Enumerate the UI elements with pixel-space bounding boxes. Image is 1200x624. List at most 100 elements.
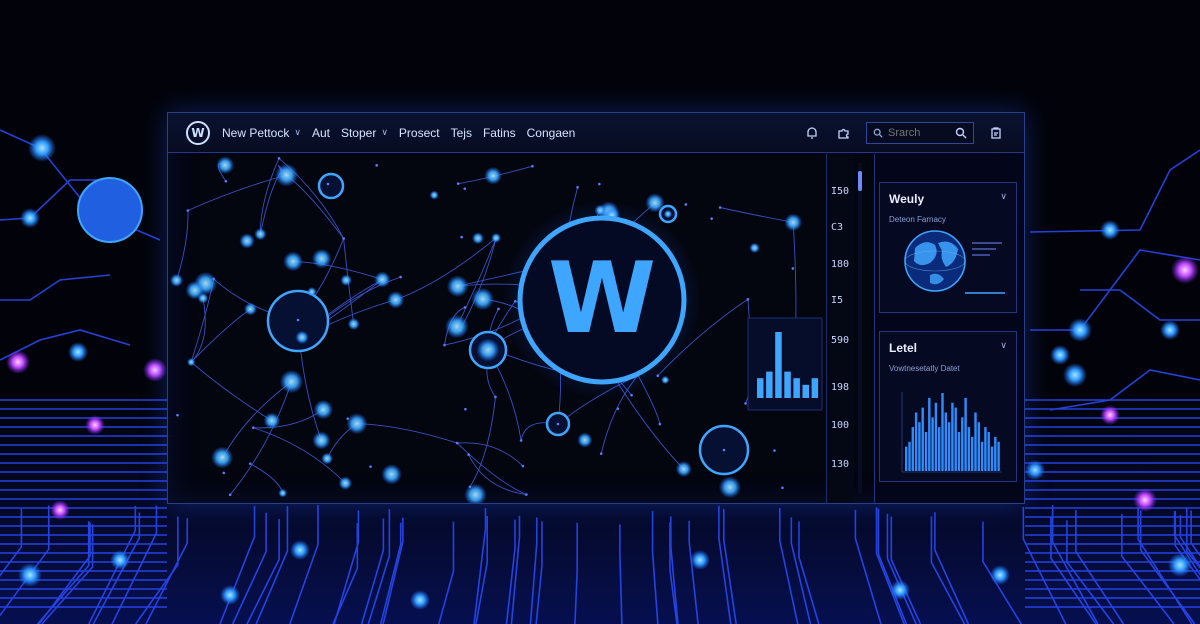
network-node [781,486,784,490]
latest-chart-bar [987,432,990,471]
network-node [295,330,309,345]
latest-chart-bar [924,432,928,471]
network-node [346,412,368,435]
app-logo[interactable]: W [186,120,210,145]
network-link [187,174,287,211]
network-node [616,407,620,410]
ruler-label: 198 [831,382,850,393]
menu-item-aut[interactable]: Aut [312,126,330,140]
network-node [374,271,391,288]
network-node [525,493,528,496]
top-menu-bar: W New Pettock ∨ Aut Stoper ∨ Prosect Tej… [168,113,1024,153]
network-node [252,426,255,429]
network-node [280,169,283,173]
latest-chart-bar [961,417,964,471]
glow-node [1133,488,1157,512]
network-node [216,156,235,175]
toolbar-icons [796,113,1012,153]
search-box[interactable] [866,122,974,144]
network-node [248,462,252,465]
network-node [228,493,232,497]
latest-chart-bar [990,446,994,471]
glow-node [1168,553,1192,577]
network-node [326,182,330,186]
latest-chart-bar [980,441,984,471]
network-node [599,452,603,455]
network-node [381,464,402,485]
menu-item-fatins[interactable]: Fatins [483,126,516,140]
network-node [444,314,469,339]
network-node [744,402,747,405]
network-node [773,449,776,452]
puzzle-icon[interactable] [837,126,851,140]
menu-item-label: Aut [311,125,330,140]
glow-node [1100,220,1120,240]
latest-chart-bar [984,427,987,471]
glow-node [410,590,430,610]
search-submit-icon[interactable] [955,127,967,139]
network-node [296,318,300,322]
glow-node [890,580,910,600]
network-node [278,488,288,498]
network-node [455,441,459,445]
network-node [497,307,500,311]
network-node [274,163,299,187]
right-panel: Weuly ∨ Deteon Farnacy Letel ∨ Vowtneset… [874,154,1024,503]
latest-chart-bar [944,412,947,471]
network-node [576,186,579,189]
network-node [484,166,502,185]
glow-node [50,500,70,520]
latest-chart-bar [905,446,908,471]
network-node [369,465,372,468]
menu-item-tejs[interactable]: Tejs [451,126,472,140]
network-node [346,417,350,420]
weekly-card-subtitle: Deteon Farnacy [889,215,946,224]
network-link [190,298,206,363]
network-node [176,413,179,417]
latest-chart-bar [931,417,934,471]
network-node [187,357,196,367]
weekly-card[interactable]: Weuly ∨ Deteon Farnacy [879,182,1017,313]
network-node [521,464,525,468]
network-node [456,182,460,185]
network-node [556,422,560,426]
chevron-down-icon[interactable]: ∨ [1000,340,1007,351]
network-node [467,453,470,456]
glow-node [1100,405,1120,425]
latest-card[interactable]: Letel ∨ Vowtnesetatly Datet [879,331,1017,482]
bell-icon[interactable] [805,126,819,140]
clipboard-icon[interactable] [989,126,1003,140]
vertical-scrollbar[interactable] [858,163,862,493]
network-node [386,291,405,309]
network-node [185,280,205,300]
network-canvas[interactable]: W [168,154,826,503]
chevron-down-icon[interactable]: ∨ [1000,191,1007,202]
network-node [338,476,353,490]
mini-chart-bar [811,378,819,398]
latest-chart-bar [941,393,944,471]
network-node [519,439,523,442]
glow-node [1063,363,1087,387]
menu-item-stoper[interactable]: Stoper ∨ [341,126,388,140]
network-node [577,432,593,448]
network-node [658,422,662,426]
value-ruler: I50 C3 180 I5 590 198 100 130 [826,154,854,503]
search-input[interactable] [888,127,948,139]
center-logo: W [502,200,702,400]
latest-card-subtitle: Vowtnesetatly Datet [889,364,960,373]
glow-node [85,415,105,435]
menu-item-congaen[interactable]: Congaen [527,126,576,140]
network-node [254,227,267,241]
network-node [675,460,692,478]
network-node [598,182,601,186]
menu-item-prosect[interactable]: Prosect [399,126,440,140]
mini-chart-bar [766,371,773,398]
menu-item-new-pettock[interactable]: New Pettock ∨ [222,126,301,140]
network-node [476,338,500,362]
ruler-label: I5 [831,295,844,306]
network-node [399,275,402,279]
network-node [277,157,281,160]
network-graph: W [169,156,823,503]
scrollbar-thumb[interactable] [858,171,862,191]
ruler-label: 100 [831,420,850,431]
